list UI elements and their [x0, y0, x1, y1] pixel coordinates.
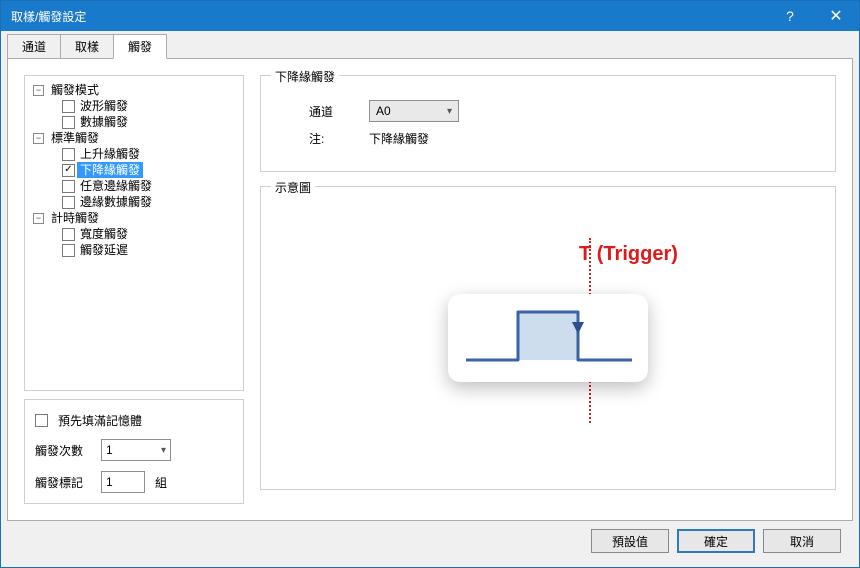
falling-edge-icon — [448, 294, 648, 382]
tree-node-timing[interactable]: − 計時觸發 — [31, 210, 239, 226]
tab-channel[interactable]: 通道 — [7, 34, 61, 59]
trigger-mark-label: 觸發標記 — [35, 474, 91, 491]
client-area: 通道 取樣 觸發 − 觸發模式 — [1, 31, 859, 567]
diagram-body: T (Trigger) — [279, 203, 817, 473]
trigger-mark-unit: 組 — [155, 474, 167, 491]
checkbox-icon[interactable] — [62, 228, 75, 241]
defaults-button[interactable]: 預設值 — [591, 529, 669, 553]
tab-strip: 通道 取樣 觸發 — [7, 37, 853, 59]
waveform-card — [448, 294, 648, 382]
tab-trigger[interactable]: 觸發 — [113, 34, 167, 59]
tab-sample[interactable]: 取樣 — [60, 34, 114, 59]
chevron-down-icon: ▾ — [161, 445, 166, 456]
tree-node-anyedge[interactable]: 任意邊緣觸發 — [45, 178, 239, 194]
trigger-mark-input[interactable] — [101, 471, 145, 493]
right-column: 下降緣觸發 通道 A0 ▾ 注: 下降緣觸發 示意圖 — [260, 75, 836, 504]
checkbox-icon[interactable] — [62, 100, 75, 113]
tree-node-width[interactable]: 寬度觸發 — [45, 226, 239, 242]
trigger-count-label: 觸發次數 — [35, 442, 91, 459]
trigger-count-combo[interactable]: 1 ▾ — [101, 439, 171, 461]
checkbox-icon[interactable] — [62, 196, 75, 209]
ok-button[interactable]: 確定 — [677, 529, 755, 553]
trigger-tree: − 觸發模式 波形觸發 數據觸發 − — [24, 75, 244, 391]
window-title: 取樣/觸發設定 — [11, 8, 767, 25]
checkbox-icon[interactable] — [62, 116, 75, 129]
left-column: − 觸發模式 波形觸發 數據觸發 − — [24, 75, 244, 504]
close-button[interactable]: ✕ — [813, 1, 859, 31]
tree-node-waveform[interactable]: 波形觸發 — [45, 98, 239, 114]
chevron-down-icon: ▾ — [447, 106, 452, 117]
prefill-label: 預先填滿記憶體 — [58, 412, 142, 429]
checkbox-checked-icon[interactable] — [62, 164, 75, 177]
dialog-footer: 預設值 確定 取消 — [7, 521, 853, 561]
tree-node-delay[interactable]: 觸發延遲 — [45, 242, 239, 258]
tree-node-edgedata[interactable]: 邊緣數據觸發 — [45, 194, 239, 210]
dialog-window: 取樣/觸發設定 ? ✕ 通道 取樣 觸發 − 觸發模式 — [0, 0, 860, 568]
collapse-icon[interactable]: − — [33, 85, 44, 96]
tab-page-trigger: − 觸發模式 波形觸發 數據觸發 − — [7, 58, 853, 521]
tree-node-data[interactable]: 數據觸發 — [45, 114, 239, 130]
tree-node-falling[interactable]: 下降緣觸發 — [45, 162, 239, 178]
group-legend-diagram: 示意圖 — [271, 179, 315, 196]
trigger-settings-group: 下降緣觸發 通道 A0 ▾ 注: 下降緣觸發 — [260, 75, 836, 172]
prefill-checkbox[interactable] — [35, 414, 48, 427]
checkbox-icon[interactable] — [62, 244, 75, 257]
checkbox-icon[interactable] — [62, 180, 75, 193]
tree-node-standard[interactable]: − 標準觸發 — [31, 130, 239, 146]
group-legend-settings: 下降緣觸發 — [271, 68, 339, 85]
collapse-icon[interactable]: − — [33, 213, 44, 224]
tree-node-trigger-mode[interactable]: − 觸發模式 — [31, 82, 239, 98]
help-button[interactable]: ? — [767, 1, 813, 31]
checkbox-icon[interactable] — [62, 148, 75, 161]
note-value: 下降緣觸發 — [369, 130, 429, 147]
diagram-group: 示意圖 T (Trigger) — [260, 186, 836, 490]
channel-label: 通道 — [279, 103, 369, 120]
title-bar: 取樣/觸發設定 ? ✕ — [1, 1, 859, 31]
trigger-label-text: T (Trigger) — [579, 243, 678, 266]
tree-node-rising[interactable]: 上升緣觸發 — [45, 146, 239, 162]
channel-select[interactable]: A0 ▾ — [369, 100, 459, 122]
collapse-icon[interactable]: − — [33, 133, 44, 144]
left-options-group: 預先填滿記憶體 觸發次數 1 ▾ 觸發標記 組 — [24, 399, 244, 504]
cancel-button[interactable]: 取消 — [763, 529, 841, 553]
note-label: 注: — [279, 130, 369, 147]
